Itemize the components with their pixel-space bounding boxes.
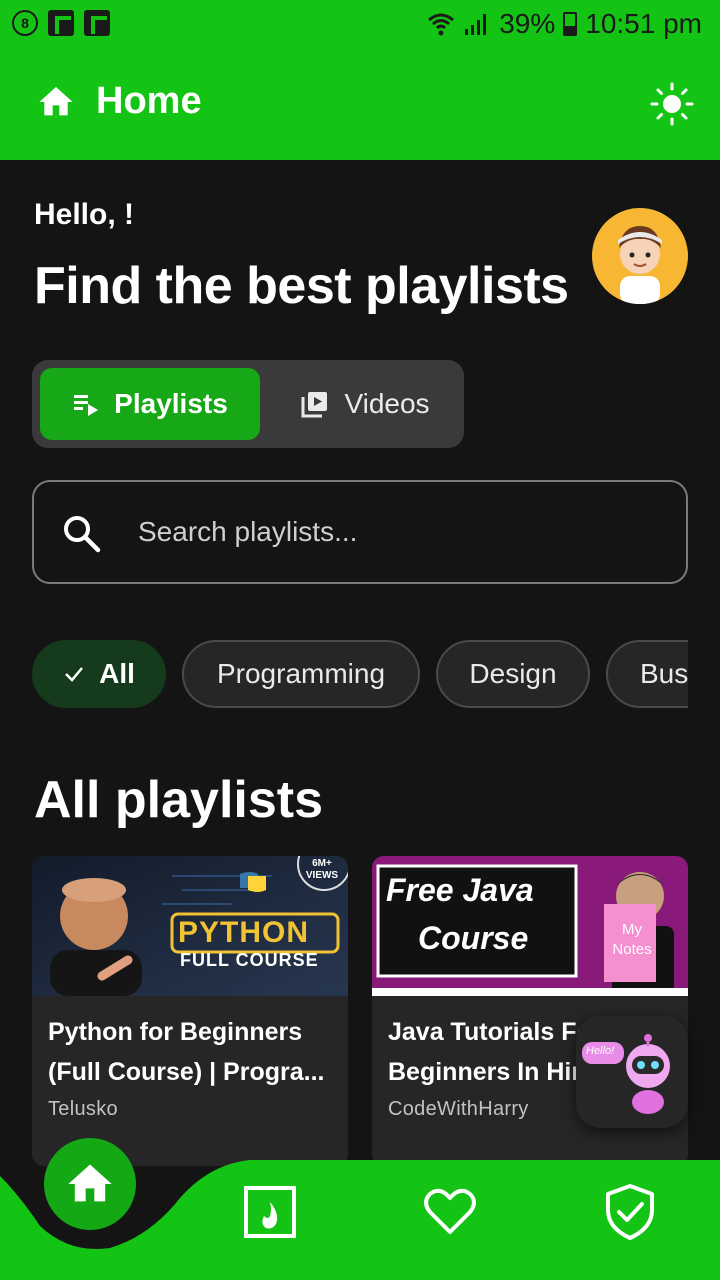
battery-icon (563, 12, 578, 36)
thumb-subtitle: Course (418, 920, 529, 956)
playlist-icon (74, 395, 99, 416)
app-title: Home (96, 80, 202, 122)
chip-design-label: Design (469, 658, 557, 689)
flipboard-icon (84, 10, 110, 36)
playlist-card[interactable]: PYTHON FULL COURSE 6M+ VIEWS Python for … (32, 856, 348, 1166)
tab-videos-label: Videos (344, 388, 430, 419)
thumb-title: Free Java (386, 872, 534, 908)
chip-programming-label: Programming (216, 658, 386, 689)
chip-business[interactable]: Bus (606, 640, 688, 708)
playlist-thumbnail: Free Java Course My Notes (372, 856, 688, 996)
channel-name: CodeWithHarry (388, 1098, 529, 1120)
flipboard-icon (48, 10, 74, 36)
battery-percent: 39% (499, 8, 556, 39)
app-title-group: Home (36, 80, 202, 123)
home-icon (39, 86, 73, 115)
chip-business-label: Bus (640, 658, 688, 689)
tab-playlists[interactable]: Playlists (40, 368, 260, 440)
heart-icon[interactable] (420, 1182, 480, 1242)
thumb-notes: My Notes (612, 921, 652, 958)
status-bar: 8 39% 10:51 pm (0, 0, 720, 50)
chip-design[interactable]: Design (436, 640, 590, 708)
shield-check-icon[interactable] (600, 1182, 660, 1242)
playlist-thumbnail: PYTHON FULL COURSE 6M+ VIEWS (32, 856, 348, 996)
chip-programming[interactable]: Programming (182, 640, 420, 708)
avatar[interactable] (592, 208, 688, 304)
app-bar: 8 39% 10:51 pm Home (0, 0, 720, 160)
page-headline: Find the best playlists (34, 257, 569, 315)
tab-playlists-label: Playlists (114, 388, 228, 419)
check-icon (65, 667, 84, 682)
video-library-icon (301, 392, 328, 418)
nav-home[interactable] (44, 1138, 136, 1230)
greeting: Hello, ! (34, 198, 135, 231)
fireplace-icon[interactable] (240, 1182, 300, 1242)
chip-all-label: All (99, 658, 135, 689)
sun-icon[interactable] (650, 82, 694, 126)
chip-all[interactable]: All (32, 640, 166, 708)
category-filter: All Programming Design Bus (32, 640, 688, 708)
home-icon (68, 1164, 112, 1202)
robot-icon (582, 1034, 670, 1114)
channel-name: Telusko (48, 1098, 118, 1120)
avatar-illustration (618, 226, 662, 304)
search-placeholder: Search playlists... (138, 516, 358, 547)
section-title: All playlists (34, 771, 323, 829)
thumb-views-badge: 6M+ VIEWS (305, 858, 339, 881)
bot-bubble-text: Hello! (586, 1045, 615, 1057)
thumb-subtitle: FULL COURSE (180, 950, 319, 970)
tab-videos[interactable]: Videos (272, 368, 458, 440)
thumb-title: PYTHON (178, 916, 310, 949)
notification-badge-icon: 8 (12, 10, 38, 36)
playlist-title: Python for Beginners (Full Course) | Pro… (48, 1018, 325, 1086)
search-icon (64, 516, 101, 553)
clock: 10:51 pm (585, 8, 702, 39)
search-input[interactable]: Search playlists... (32, 480, 688, 584)
chatbot-button[interactable]: Hello! (576, 1016, 688, 1128)
content-type-toggle: Playlists Videos (32, 360, 464, 448)
signal-icon (465, 14, 487, 35)
wifi-icon (428, 13, 455, 36)
